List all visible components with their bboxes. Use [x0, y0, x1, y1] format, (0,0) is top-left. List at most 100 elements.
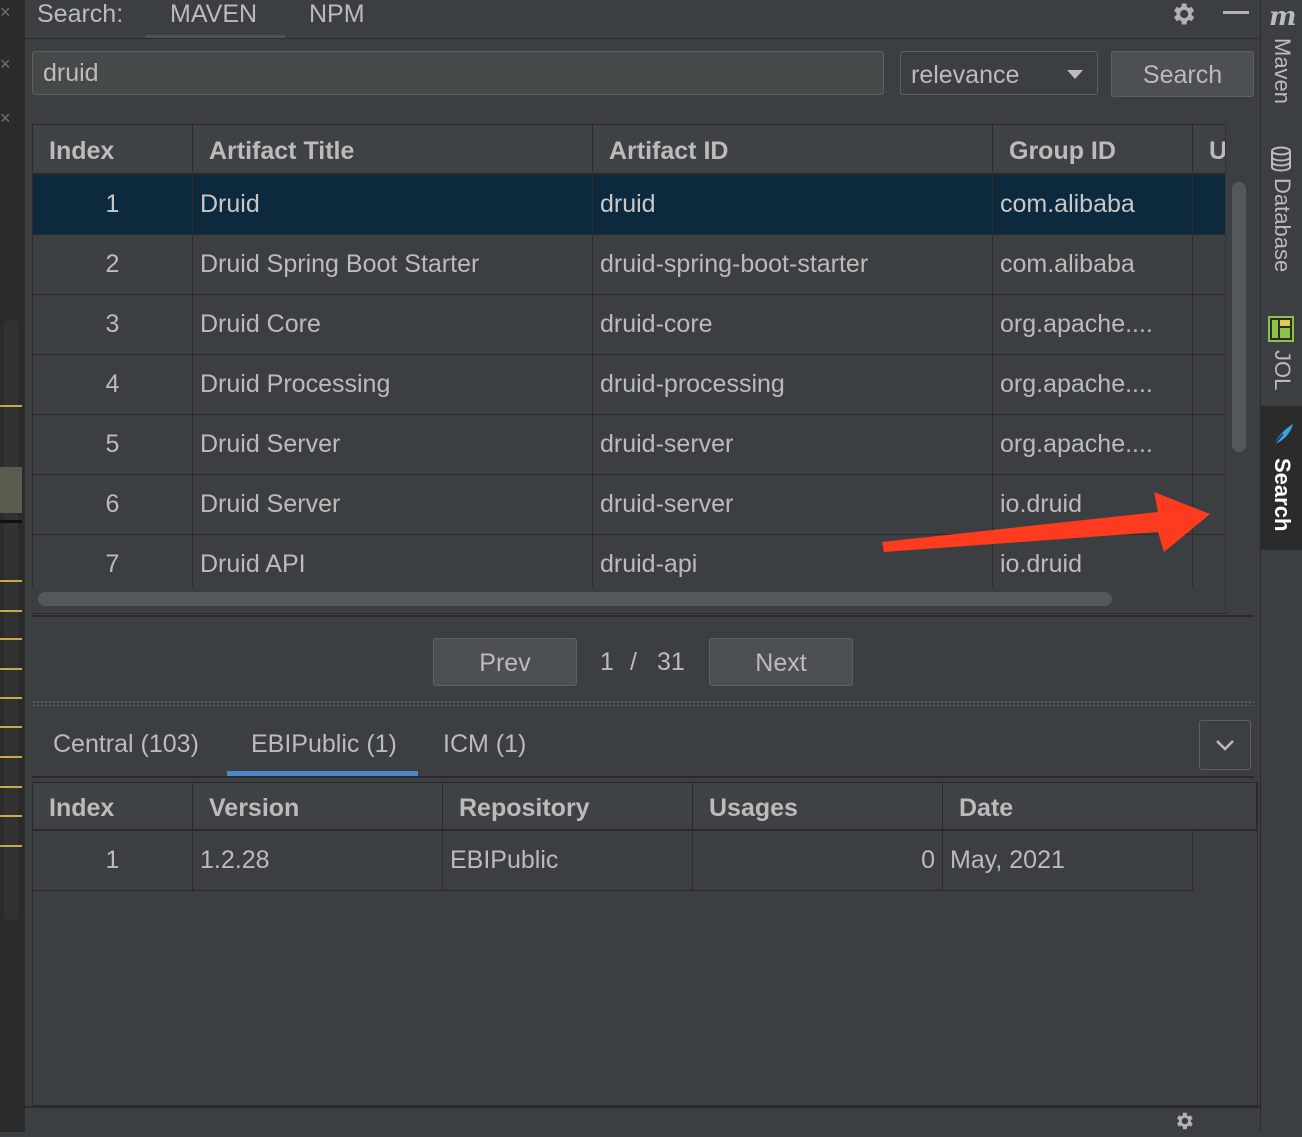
vertical-scrollbar[interactable]: [1225, 124, 1253, 612]
cell-index: 3: [33, 295, 193, 354]
column-header-artifact-id[interactable]: Artifact ID: [593, 125, 993, 175]
cell-usages: 0: [693, 831, 943, 890]
total-pages: 31: [657, 648, 685, 676]
gutter-marker: [0, 405, 22, 407]
tool-tab-label: Database: [1270, 178, 1295, 273]
header-divider: [25, 38, 1261, 39]
search-input[interactable]: [32, 51, 884, 95]
gutter-scrollbar[interactable]: [4, 320, 18, 920]
search-tool-window: Search: MAVEN NPM relevance Search Index…: [24, 0, 1261, 1134]
tool-tab-database[interactable]: Database: [1261, 140, 1302, 280]
gutter-marker: [0, 520, 22, 523]
cell-artifact-id: druid-core: [593, 295, 993, 354]
tool-tab-search[interactable]: Search: [1261, 406, 1302, 550]
column-header-truncated[interactable]: U: [1193, 125, 1227, 175]
repositories-dropdown-button[interactable]: [1199, 720, 1251, 770]
tool-tab-maven[interactable]: m Maven: [1261, 0, 1302, 110]
tab-ebipublic[interactable]: EBIPublic (1): [251, 730, 397, 759]
search-button[interactable]: Search: [1111, 51, 1254, 97]
table-row[interactable]: 1 1.2.28 EBIPublic 0 May, 2021: [33, 831, 1193, 891]
table-row[interactable]: 5 Druid Server druid-server org.apache..…: [33, 415, 1227, 475]
gutter-marker: [0, 668, 22, 670]
current-page: 1: [600, 648, 614, 676]
table-row[interactable]: 4 Druid Processing druid-processing org.…: [33, 355, 1227, 415]
cell-index: 4: [33, 355, 193, 414]
close-icon[interactable]: ×: [0, 2, 11, 23]
divider: [32, 776, 1254, 778]
next-button[interactable]: Next: [709, 638, 853, 686]
gutter-thumb[interactable]: [0, 467, 22, 513]
splitter-handle[interactable]: [32, 700, 1254, 706]
gutter-marker: [0, 610, 22, 612]
versions-table[interactable]: Index Version Repository Usages Date 1 1…: [32, 782, 1258, 1106]
tab-npm[interactable]: NPM: [309, 0, 365, 29]
cell-artifact-id: druid-processing: [593, 355, 993, 414]
tool-tab-label: Maven: [1270, 38, 1295, 105]
tab-central[interactable]: Central (103): [53, 730, 199, 759]
chevron-down-icon: [1216, 740, 1234, 751]
gear-icon[interactable]: [1169, 0, 1197, 33]
divider: [32, 615, 1254, 617]
table-row[interactable]: 2 Druid Spring Boot Starter druid-spring…: [33, 235, 1227, 295]
cell-artifact-title: Druid Processing: [193, 355, 593, 414]
close-icon[interactable]: ×: [0, 54, 11, 75]
table-row[interactable]: 3 Druid Core druid-core org.apache....: [33, 295, 1227, 355]
cell-artifact-title: Druid Server: [193, 475, 593, 534]
maven-icon: m: [1269, 2, 1297, 32]
cell-index: 1: [33, 831, 193, 890]
close-icon[interactable]: ×: [0, 108, 11, 129]
cell-version: 1.2.28: [193, 831, 443, 890]
column-header-index[interactable]: Index: [33, 125, 193, 175]
column-header-group-id[interactable]: Group ID: [993, 125, 1193, 175]
horizontal-scrollbar[interactable]: [32, 586, 1226, 612]
minimize-icon[interactable]: [1223, 11, 1249, 14]
table-row[interactable]: 1 Druid druid com.alibaba: [33, 175, 1227, 235]
sort-select[interactable]: relevance: [900, 51, 1098, 95]
chevron-down-icon: [1067, 70, 1083, 79]
tab-icm[interactable]: ICM (1): [443, 730, 526, 759]
cell-group-id: org.apache....: [993, 295, 1193, 354]
cell-group-id: com.alibaba: [993, 235, 1193, 294]
scrollbar-thumb[interactable]: [1232, 182, 1246, 452]
status-bar: [25, 1106, 1261, 1134]
tool-tab-label: Search: [1270, 458, 1295, 532]
database-icon: [1270, 146, 1292, 178]
column-header-artifact-title[interactable]: Artifact Title: [193, 125, 593, 175]
sort-select-value: relevance: [911, 61, 1020, 89]
editor-gutter: × × ×: [0, 0, 24, 1132]
tool-tab-jol[interactable]: JOL: [1261, 312, 1302, 402]
prev-button[interactable]: Prev: [433, 638, 577, 686]
cell-index: 5: [33, 415, 193, 474]
cell-artifact-title: Druid Core: [193, 295, 593, 354]
column-header-repository[interactable]: Repository: [443, 783, 693, 831]
page-separator: /: [630, 648, 637, 676]
cell-artifact-id: druid-spring-boot-starter: [593, 235, 993, 294]
scrollbar-thumb[interactable]: [38, 592, 1112, 606]
annotation-arrow-icon: [882, 492, 1210, 552]
cell-artifact-title: Druid Spring Boot Starter: [193, 235, 593, 294]
feather-icon: [1269, 422, 1295, 454]
gutter-marker: [0, 786, 22, 788]
tab-maven[interactable]: MAVEN: [170, 0, 257, 29]
gutter-marker: [0, 697, 22, 699]
column-header-usages[interactable]: Usages: [693, 783, 943, 831]
right-tool-strip: m Maven Database JOL Search: [1260, 0, 1302, 1132]
column-header-index[interactable]: Index: [33, 783, 193, 831]
gutter-marker: [0, 638, 22, 640]
gutter-marker: [0, 580, 22, 582]
cell-repository: EBIPublic: [443, 831, 693, 890]
search-scope-label: Search:: [37, 0, 124, 28]
cell-artifact-id: druid-server: [593, 415, 993, 474]
column-header-date[interactable]: Date: [943, 783, 1257, 831]
tool-tab-label: JOL: [1270, 350, 1295, 391]
column-header-version[interactable]: Version: [193, 783, 443, 831]
cell-index: 2: [33, 235, 193, 294]
cell-artifact-id: druid: [593, 175, 993, 234]
cell-artifact-title: Druid Server: [193, 415, 593, 474]
cell-group-id: com.alibaba: [993, 175, 1193, 234]
cell-group-id: org.apache....: [993, 355, 1193, 414]
cell-index: 1: [33, 175, 193, 234]
gutter-marker: [0, 845, 22, 847]
gear-icon[interactable]: [1173, 1110, 1195, 1137]
cell-date: May, 2021: [943, 831, 1193, 890]
